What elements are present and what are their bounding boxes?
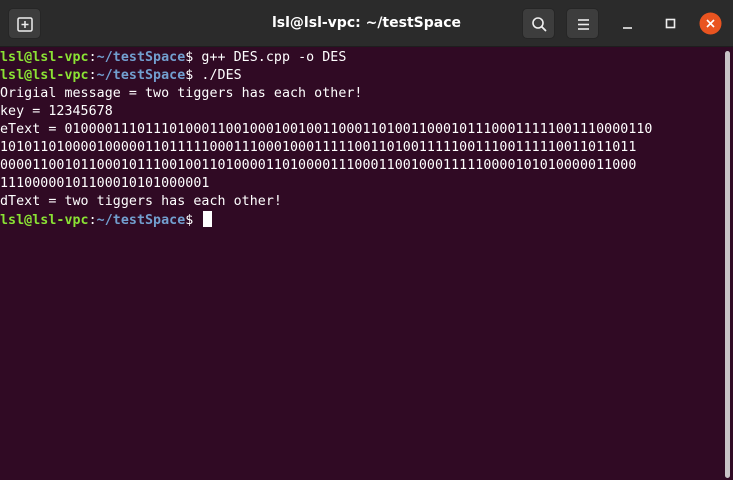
title-bar[interactable]: lsl@lsl-vpc: ~/testSpace [0,0,733,47]
prompt-user: lsl@lsl-vpc [0,50,89,65]
minimize-button[interactable] [615,11,640,36]
text-cursor [203,211,213,227]
command-line-2: lsl@lsl-vpc:~/testSpace$ ./DES [0,67,722,85]
minimize-icon [623,27,632,29]
menu-button[interactable] [566,8,599,39]
hamburger-menu-icon [578,19,589,30]
search-icon [532,17,547,32]
close-icon [699,12,722,35]
close-button[interactable] [698,11,723,36]
output-etext-line-1: eText = 01000011101110100011001000100100… [0,122,653,137]
prompt-separator: : [88,50,97,65]
prompt-symbol: $ [185,50,202,65]
output-etext-line-2: 1010110100001000001101111100011100010001… [0,140,637,155]
prompt-path: ~/testSpace [96,50,186,65]
new-tab-button[interactable] [8,8,41,39]
command-line-1: lsl@lsl-vpc:~/testSpace$ g++ DES.cpp -o … [0,49,722,67]
command-text: g++ DES.cpp -o DES [201,50,347,65]
command-line-3: lsl@lsl-vpc:~/testSpace$ [0,211,722,229]
command-text: ./DES [201,68,242,83]
maximize-button[interactable] [658,11,683,36]
prompt-user: lsl@lsl-vpc [0,68,89,83]
maximize-icon [665,18,676,29]
terminal-output[interactable]: lsl@lsl-vpc:~/testSpace$ g++ DES.cpp -o … [0,49,722,480]
output-dtext: dText = two tiggers has each other! [0,194,282,209]
prompt-separator: : [88,68,97,83]
output-etext-line-3: 0000110010110001011100100110100001101000… [0,158,637,173]
search-button[interactable] [522,8,555,39]
vertical-scrollbar[interactable] [723,49,733,480]
prompt-path: ~/testSpace [96,68,186,83]
scrollbar-thumb[interactable] [725,51,730,478]
prompt-symbol: $ [185,213,202,228]
prompt-separator: : [88,213,97,228]
terminal-window: lsl@lsl-vpc: ~/testSpace lsl@lsl-vpc:~/t… [0,0,733,480]
output-etext-line-4: 11100000101100010101000001 [0,176,210,191]
new-tab-icon [17,17,33,32]
output-key: key = 12345678 [0,104,113,119]
prompt-symbol: $ [185,68,202,83]
prompt-path: ~/testSpace [96,213,186,228]
output-original-message: Origial message = two tiggers has each o… [0,86,363,101]
prompt-user: lsl@lsl-vpc [0,213,89,228]
